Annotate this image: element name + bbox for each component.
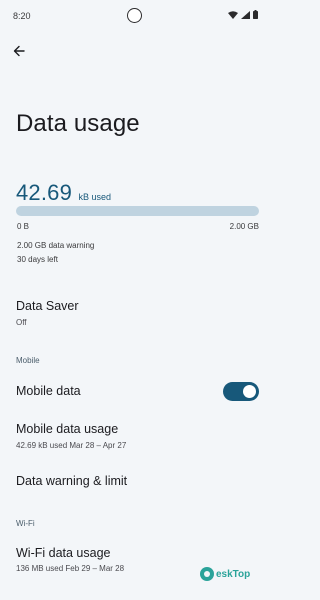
mobile-data-toggle[interactable] [223,382,259,401]
battery-icon [253,10,258,19]
data-saver-item[interactable]: Data Saver Off [0,290,270,330]
status-time: 8:20 [13,11,31,21]
usage-progress-bar [16,206,259,216]
usage-bar-max-label: 2.00 GB [229,222,259,231]
wifi-data-usage-title: Wi-Fi data usage [16,546,111,560]
arrow-back-icon [13,44,25,62]
data-usage-screen: 8:20 Data usage 42.69 kB used 0 B 2.00 G… [0,0,270,600]
watermark: eskTop [200,567,250,581]
status-bar: 8:20 [0,0,270,28]
wifi-data-usage-detail: 136 MB used Feb 29 – Mar 28 [16,564,125,573]
mobile-data-usage-item[interactable]: Mobile data usage 42.69 kB used Mar 28 –… [0,414,270,454]
days-left-text: 30 days left [17,255,58,264]
mobile-data-title: Mobile data [16,384,81,398]
status-icons [228,10,258,19]
usage-summary: 42.69 kB used [16,180,111,206]
toggle-knob [243,385,256,398]
usage-bar-min-label: 0 B [17,222,30,231]
data-warning-limit-title: Data warning & limit [16,474,128,488]
data-saver-status: Off [16,318,27,327]
wifi-section-header: Wi-Fi [16,519,35,528]
camera-cutout [127,8,142,23]
usage-unit: kB used [78,192,112,202]
page-title: Data usage [16,110,140,137]
mobile-data-usage-detail: 42.69 kB used Mar 28 – Apr 27 [16,441,127,450]
cellular-signal-icon [241,10,250,19]
back-button[interactable] [9,43,29,63]
data-warning-text: 2.00 GB data warning [17,241,95,250]
watermark-logo-icon [200,567,214,581]
data-warning-limit-item[interactable]: Data warning & limit [0,466,270,502]
data-saver-title: Data Saver [16,299,79,313]
mobile-section-header: Mobile [16,356,40,365]
usage-amount: 42.69 [16,180,73,205]
watermark-text: eskTop [216,568,251,580]
mobile-data-usage-title: Mobile data usage [16,422,119,436]
wifi-icon [228,10,238,19]
